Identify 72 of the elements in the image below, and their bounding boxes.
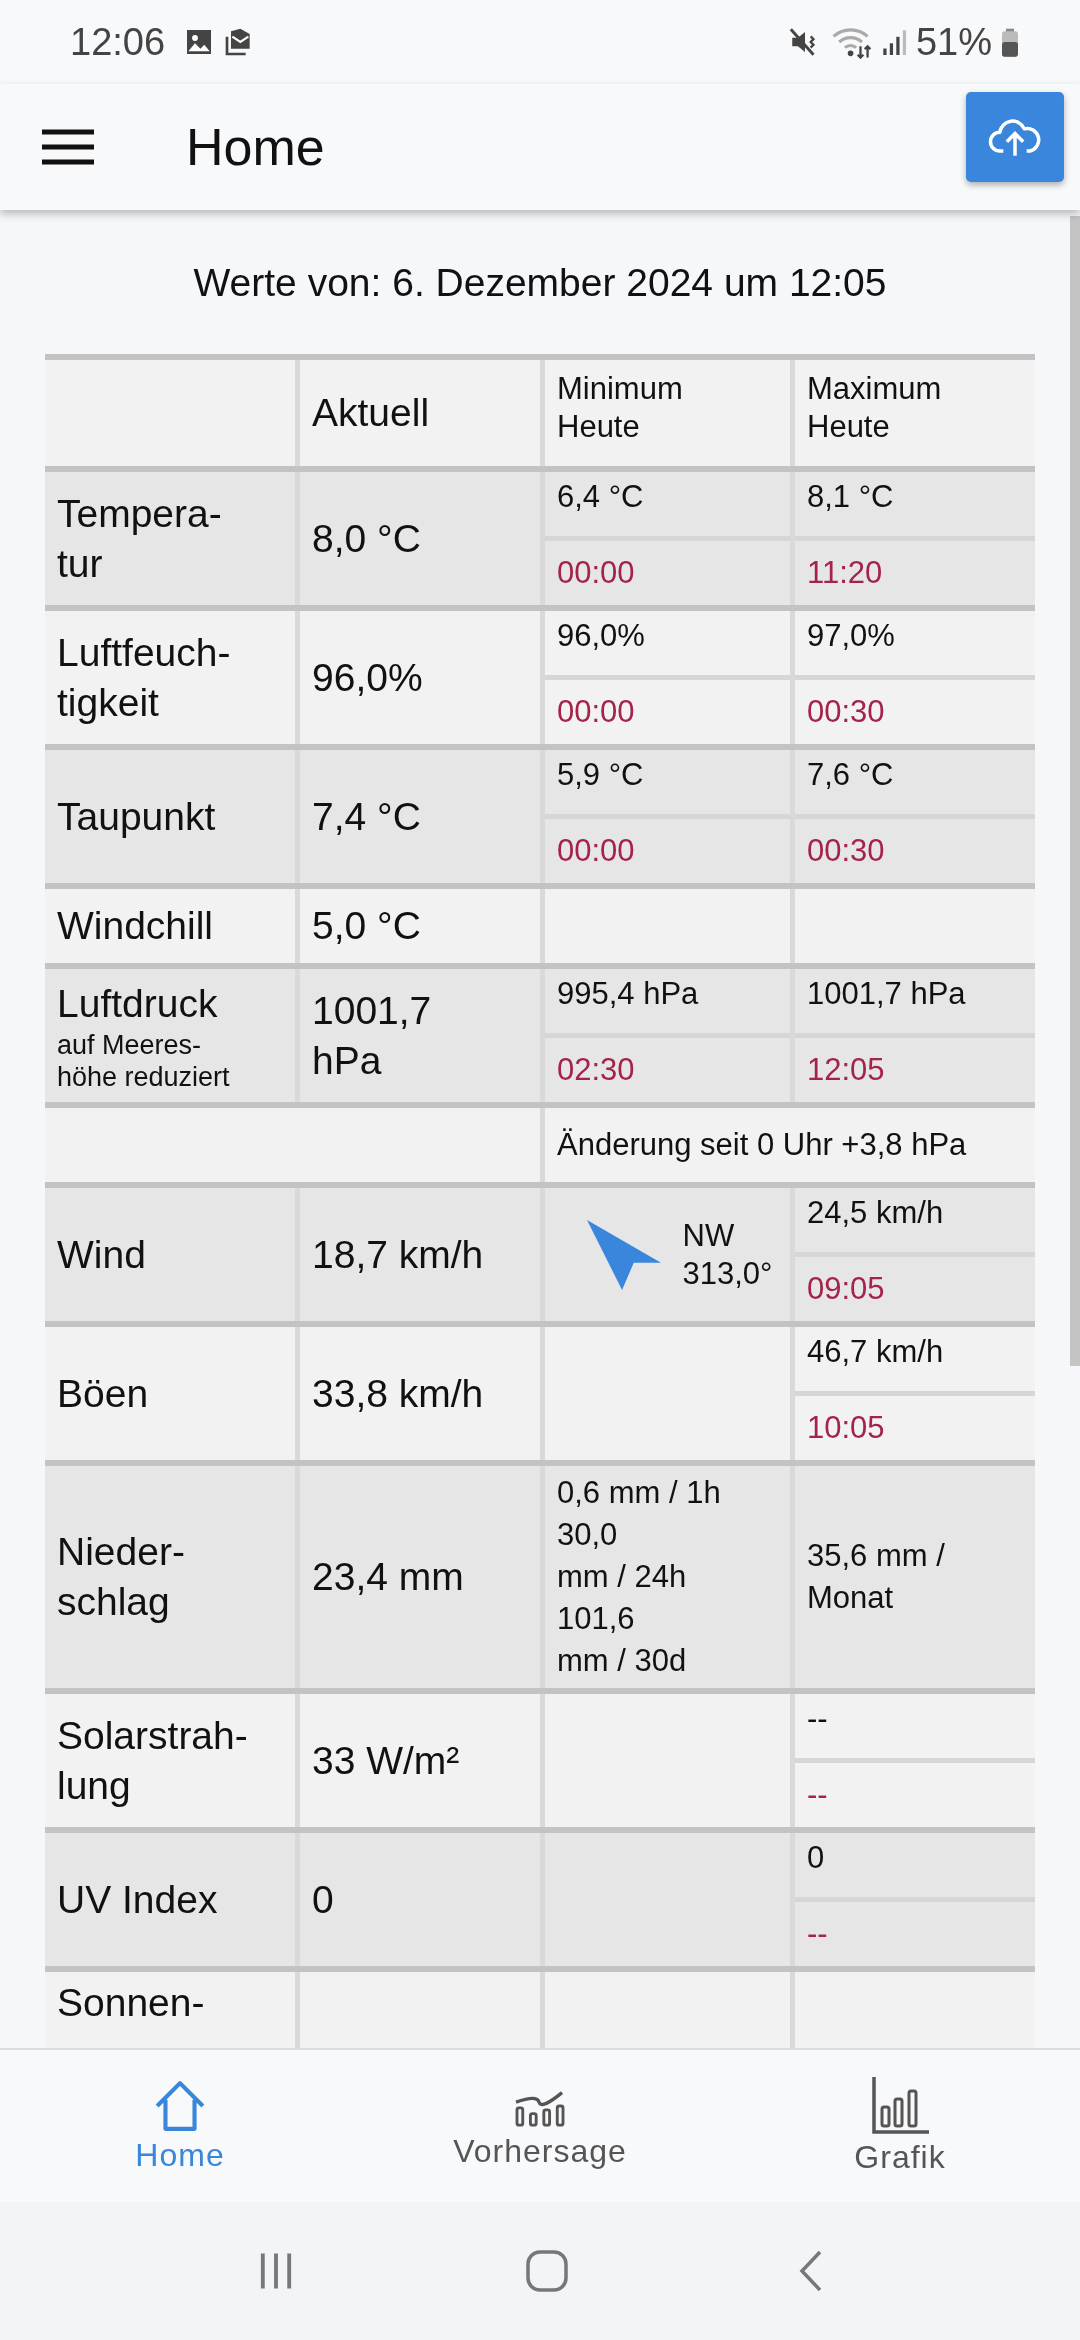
current-value: 33 W/m²	[312, 1737, 461, 1784]
extreme-time: 00:30	[807, 832, 885, 870]
extreme-value: 0	[807, 1839, 825, 1877]
extreme-value: 995,4 hPa	[557, 975, 699, 1013]
extreme-time: 00:00	[557, 693, 635, 731]
precipitation-text: 30,0 mm / 24h	[557, 1516, 688, 1596]
row-label: Solarstrah- lung	[57, 1712, 249, 1809]
current-value: 96,0%	[312, 654, 424, 701]
row-label: Tempera- tur	[57, 490, 223, 587]
column-header: Aktuell	[312, 390, 431, 436]
status-time: 12:06	[70, 20, 166, 64]
extreme-time: 10:05	[807, 1409, 885, 1447]
extreme-value: 1001,7 hPa	[807, 975, 966, 1013]
nav-tab[interactable]: Vorhersage	[360, 2050, 720, 2202]
current-value: 23,4 mm	[312, 1554, 465, 1600]
precipitation-text: 35,6 mm / Monat	[807, 1537, 946, 1617]
bar-chart-icon	[871, 2076, 929, 2135]
extreme-time: 00:30	[807, 693, 885, 731]
row-label: Sonnen-	[57, 1980, 206, 2026]
extreme-time: 11:20	[807, 554, 883, 592]
precipitation-text: 101,6 mm / 30d	[557, 1600, 688, 1680]
cloud-upload-icon	[987, 116, 1043, 158]
extreme-value: 7,6 °C	[807, 756, 894, 794]
row-label: Luftdruck	[57, 980, 219, 1027]
row-label: Windchill	[57, 903, 215, 949]
row-label: Luftfeuch- tigkeit	[57, 629, 232, 726]
extreme-value: --	[807, 1700, 828, 1738]
home-icon	[153, 2078, 207, 2133]
menu-icon[interactable]	[42, 129, 94, 165]
nav-tab[interactable]: Grafik	[720, 2050, 1080, 2202]
row-label: UV Index	[57, 1876, 219, 1923]
row-label: Böen	[57, 1370, 150, 1417]
row-label: Nieder- schlag	[57, 1529, 186, 1625]
extreme-time: 12:05	[807, 1051, 885, 1089]
extreme-time: --	[807, 1915, 828, 1953]
extreme-value: 24,5 km/h	[807, 1194, 944, 1232]
current-value: 0	[312, 1876, 335, 1923]
row-sublabel: auf Meeres- höhe reduziert	[57, 1028, 231, 1093]
column-header: Minimum Heute	[557, 370, 684, 446]
extreme-time: 02:30	[557, 1051, 635, 1089]
extreme-time: --	[807, 1776, 828, 1814]
home-button-icon[interactable]	[525, 2249, 569, 2293]
extreme-value: 96,0%	[557, 617, 645, 655]
precipitation-text: 0,6 mm / 1h	[557, 1474, 722, 1512]
column-header: Maximum Heute	[807, 370, 943, 446]
extreme-value: 5,9 °C	[557, 756, 644, 794]
timestamp-heading: Werte von: 6. Dezember 2024 um 12:05	[192, 260, 888, 306]
extreme-time: 09:05	[807, 1270, 885, 1308]
current-value: 18,7 km/h	[312, 1231, 485, 1278]
wind-direction-arrow-icon	[584, 1217, 663, 1292]
extreme-time: 00:00	[557, 554, 635, 592]
current-value: 5,0 °C	[312, 903, 422, 949]
extreme-value: 97,0%	[807, 617, 895, 655]
upload-button[interactable]	[966, 92, 1064, 182]
scrollbar[interactable]	[1070, 216, 1080, 1366]
extreme-value: 8,1 °C	[807, 478, 894, 516]
current-value: 8,0 °C	[312, 515, 422, 562]
wind-direction: NW	[682, 1216, 736, 1255]
battery-icon	[1000, 26, 1020, 58]
row-label: Wind	[57, 1231, 147, 1278]
pressure-change-text: Änderung seit 0 Uhr +3,8 hPa	[557, 1126, 968, 1164]
nav-tab[interactable]: Home	[0, 2050, 360, 2202]
current-value: 33,8 km/h	[312, 1370, 485, 1417]
extreme-value: 46,7 km/h	[807, 1333, 944, 1371]
current-value: 7,4 °C	[312, 793, 422, 840]
current-value: 1001,7 hPa	[312, 987, 433, 1084]
wind-degrees: 313,0°	[682, 1254, 773, 1293]
extreme-value: 6,4 °C	[557, 478, 644, 516]
battery-percentage: 51%	[915, 20, 992, 64]
extreme-time: 00:00	[557, 832, 635, 870]
page-title: Home	[186, 117, 325, 177]
row-label: Taupunkt	[57, 793, 217, 840]
